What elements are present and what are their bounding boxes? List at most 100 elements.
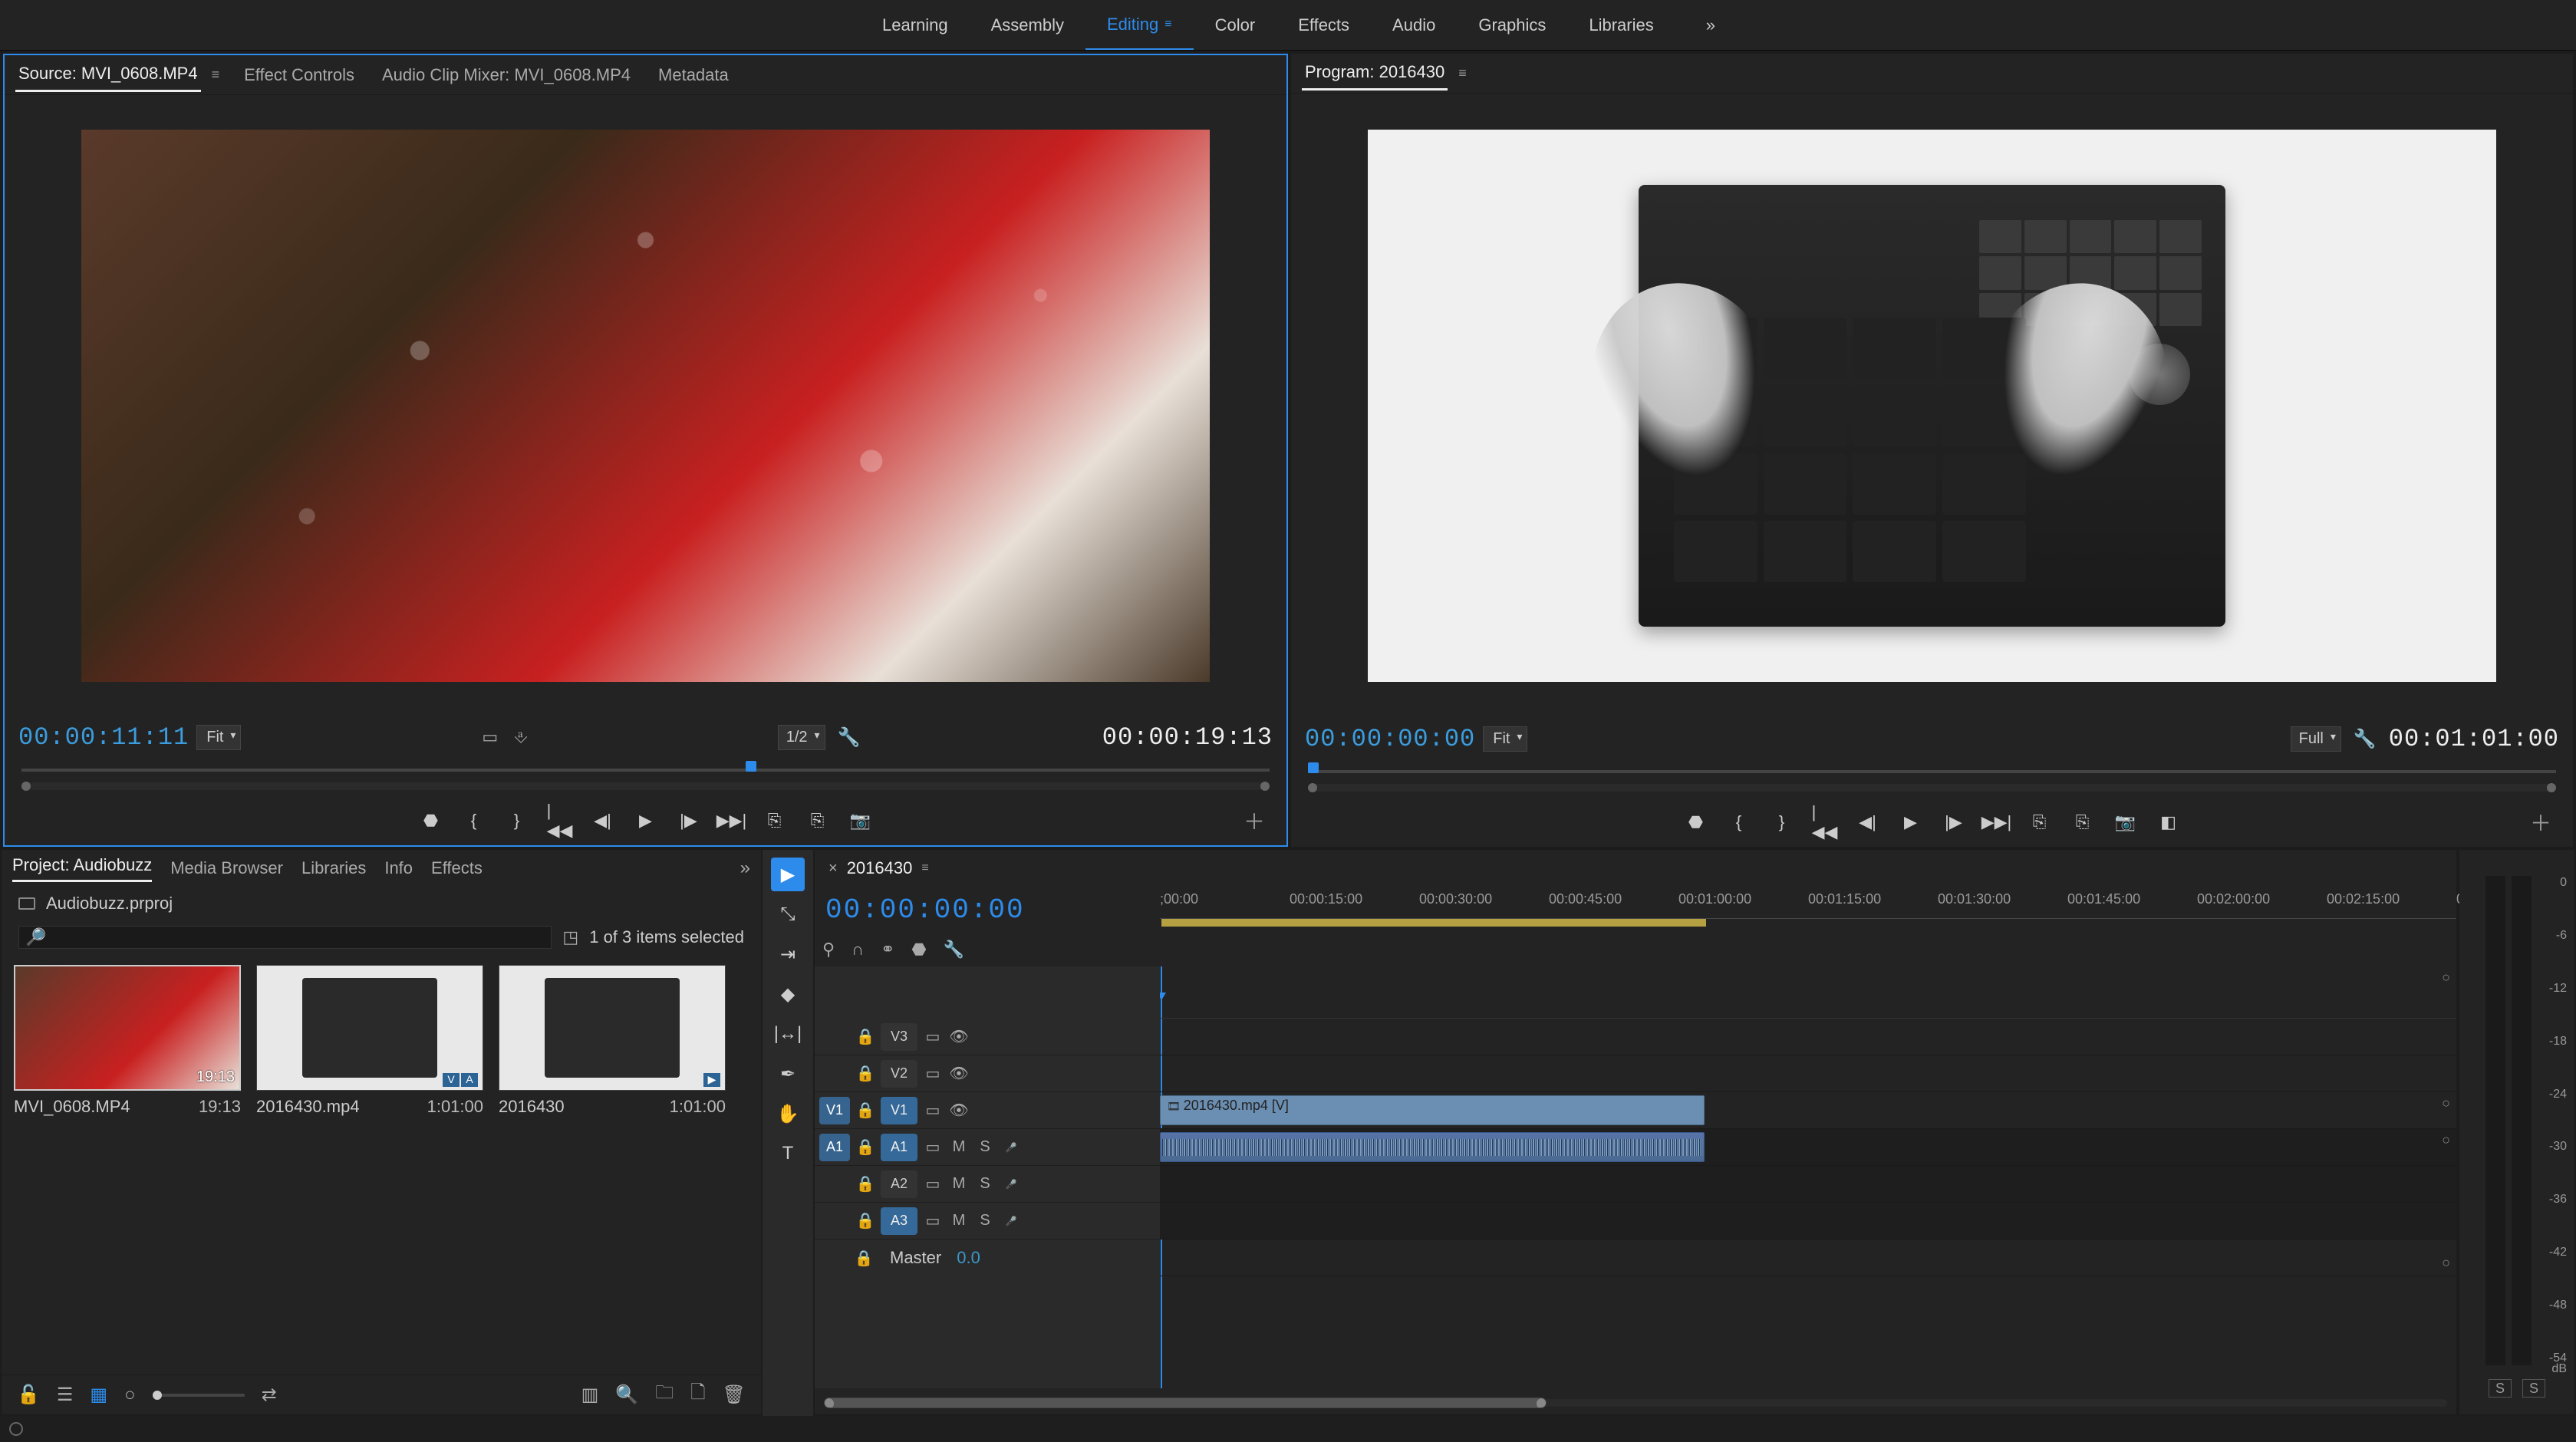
lane-v3[interactable] — [1160, 1019, 2456, 1055]
sync-lock-icon[interactable]: ▭ — [922, 1101, 944, 1120]
go-to-in-icon[interactable]: |◀◀ — [548, 809, 572, 832]
tab-program[interactable]: Program: 2016430 — [1302, 56, 1448, 91]
sort-icon[interactable]: ⇄ — [262, 1384, 277, 1406]
hand-tool-icon[interactable]: ✋ — [771, 1097, 805, 1131]
selection-tool-icon[interactable]: ▶ — [771, 858, 805, 891]
track-select-tool-icon[interactable]: ⤡ — [771, 897, 805, 931]
lane-a1[interactable]: ○ — [1160, 1129, 2456, 1166]
marker-icon[interactable]: ⬣ — [911, 940, 926, 960]
solo-right-button[interactable]: S — [2522, 1379, 2545, 1398]
mute-icon[interactable]: M — [948, 1175, 970, 1193]
export-frame-icon[interactable]: 📷 — [849, 809, 872, 832]
track-header-v1[interactable]: V1 🔒 V1 ▭ 👁 — [815, 1092, 1160, 1129]
source-patch[interactable]: A1 — [819, 1134, 850, 1161]
timeline-settings-icon[interactable]: 🔧 — [944, 940, 964, 960]
thumbnail-zoom-slider[interactable] — [153, 1394, 245, 1397]
source-zoom-dropdown[interactable]: Fit — [196, 725, 241, 750]
type-tool-icon[interactable]: T — [771, 1137, 805, 1170]
workspace-assembly[interactable]: Assembly — [970, 0, 1085, 50]
workspace-color[interactable]: Color — [1194, 0, 1277, 50]
step-forward-icon[interactable]: |▶ — [677, 809, 700, 832]
source-scrubber[interactable] — [5, 758, 1286, 796]
filter-bin-icon[interactable]: ◳ — [562, 927, 578, 947]
pen-tool-icon[interactable]: ✒ — [771, 1057, 805, 1091]
sync-lock-icon[interactable]: ▭ — [922, 1174, 944, 1193]
button-editor-add-icon[interactable]: ＋ — [2530, 807, 2551, 838]
voice-over-icon[interactable]: 🎤 — [1000, 1179, 1022, 1190]
media-item[interactable]: VA 2016430.mp41:01:00 — [256, 965, 483, 1117]
mark-out-icon[interactable]: } — [506, 809, 529, 832]
workspace-libraries[interactable]: Libraries — [1567, 0, 1675, 50]
write-lock-icon[interactable]: 🔓 — [17, 1384, 40, 1406]
comparison-view-icon[interactable]: ◧ — [2157, 811, 2180, 834]
tab-libraries[interactable]: Libraries — [301, 858, 366, 878]
eye-icon[interactable]: 👁 — [948, 1101, 970, 1120]
track-label[interactable]: V1 — [881, 1097, 917, 1124]
go-to-out-icon[interactable]: ▶▶| — [720, 809, 743, 832]
marker-icon[interactable]: ⬣ — [1685, 811, 1708, 834]
sync-lock-icon[interactable]: ▭ — [922, 1137, 944, 1157]
lane-v1[interactable]: 2016430.mp4 [V] ○ — [1160, 1092, 2456, 1129]
audio-clip[interactable] — [1160, 1132, 1705, 1162]
track-label[interactable]: V3 — [881, 1023, 917, 1051]
workspace-menu-icon[interactable]: ≡ — [1164, 18, 1171, 31]
timeline-zoom-scrollbar[interactable] — [815, 1391, 2456, 1414]
automate-to-sequence-icon[interactable]: ▥ — [581, 1384, 599, 1406]
button-editor-add-icon[interactable]: ＋ — [1244, 805, 1265, 836]
voice-over-icon[interactable]: 🎤 — [1000, 1142, 1022, 1153]
lift-icon[interactable]: ⎘ — [2028, 811, 2051, 834]
close-tab-icon[interactable]: × — [828, 860, 838, 877]
lock-icon[interactable]: 🔒 — [855, 1101, 876, 1120]
go-to-in-icon[interactable]: |◀◀ — [1813, 811, 1836, 834]
solo-left-button[interactable]: S — [2489, 1379, 2512, 1398]
lock-icon[interactable]: 🔒 — [855, 1137, 876, 1157]
source-timecode-current[interactable]: 00:00:11:11 — [18, 723, 189, 752]
delete-icon[interactable]: 🗑 — [723, 1384, 746, 1406]
program-resolution-dropdown[interactable]: Full — [2291, 726, 2341, 752]
slip-tool-icon[interactable]: |↔| — [771, 1017, 805, 1051]
source-patch[interactable]: V1 — [819, 1097, 850, 1124]
lane-a2[interactable] — [1160, 1166, 2456, 1203]
workspace-learning[interactable]: Learning — [861, 0, 970, 50]
export-frame-icon[interactable]: 📷 — [2114, 811, 2137, 834]
workspace-graphics[interactable]: Graphics — [1457, 0, 1567, 50]
step-back-icon[interactable]: ◀| — [591, 809, 614, 832]
mark-out-icon[interactable]: } — [1771, 811, 1794, 834]
project-search-input[interactable]: 🔎 — [18, 926, 552, 949]
track-header-v2[interactable]: 🔒 V2 ▭ 👁 — [815, 1055, 1160, 1092]
freeform-view-icon[interactable]: ○ — [124, 1384, 136, 1406]
track-header-a1[interactable]: A1 🔒 A1 ▭ M S 🎤 — [815, 1129, 1160, 1166]
marker-icon[interactable]: ⬣ — [420, 809, 443, 832]
panel-menu-icon[interactable]: ≡ — [921, 861, 928, 875]
tab-audio-clip-mixer[interactable]: Audio Clip Mixer: MVI_0608.MP4 — [379, 59, 634, 91]
mark-in-icon[interactable]: { — [1728, 811, 1751, 834]
tab-effect-controls[interactable]: Effect Controls — [241, 59, 357, 91]
track-header-a3[interactable]: 🔒 A3 ▭ M S 🎤 — [815, 1203, 1160, 1240]
step-forward-icon[interactable]: |▶ — [1942, 811, 1965, 834]
play-icon[interactable]: ▶ — [634, 809, 657, 832]
lock-icon[interactable]: 🔒 — [855, 1211, 876, 1230]
mark-in-icon[interactable]: { — [463, 809, 486, 832]
track-label[interactable]: V2 — [881, 1060, 917, 1088]
lock-icon[interactable]: 🔒 — [855, 1174, 876, 1193]
extract-icon[interactable]: ⎘ — [2071, 811, 2094, 834]
lane-a3[interactable] — [1160, 1203, 2456, 1240]
track-label[interactable]: A3 — [881, 1207, 917, 1235]
track-resize-handle-icon[interactable]: ○ — [2442, 970, 2450, 986]
sync-lock-icon[interactable]: ▭ — [922, 1211, 944, 1230]
snap-icon[interactable]: ∩ — [852, 940, 864, 960]
sync-lock-icon[interactable]: ▭ — [922, 1064, 944, 1083]
eye-icon[interactable]: 👁 — [948, 1064, 970, 1083]
workspace-effects[interactable]: Effects — [1276, 0, 1371, 50]
play-icon[interactable]: ▶ — [1899, 811, 1922, 834]
mute-icon[interactable]: M — [948, 1138, 970, 1156]
lock-icon[interactable]: 🔒 — [853, 1249, 875, 1268]
sequence-name[interactable]: 2016430 — [847, 858, 913, 878]
workspace-overflow-icon[interactable]: » — [1706, 15, 1715, 35]
tab-effects[interactable]: Effects — [431, 858, 483, 878]
overwrite-icon[interactable]: ⎘ — [806, 809, 829, 832]
workspace-editing[interactable]: Editing≡ — [1085, 0, 1194, 50]
voice-over-icon[interactable]: 🎤 — [1000, 1216, 1022, 1226]
panel-menu-icon[interactable]: ≡ — [1458, 65, 1467, 81]
solo-icon[interactable]: S — [974, 1138, 996, 1156]
